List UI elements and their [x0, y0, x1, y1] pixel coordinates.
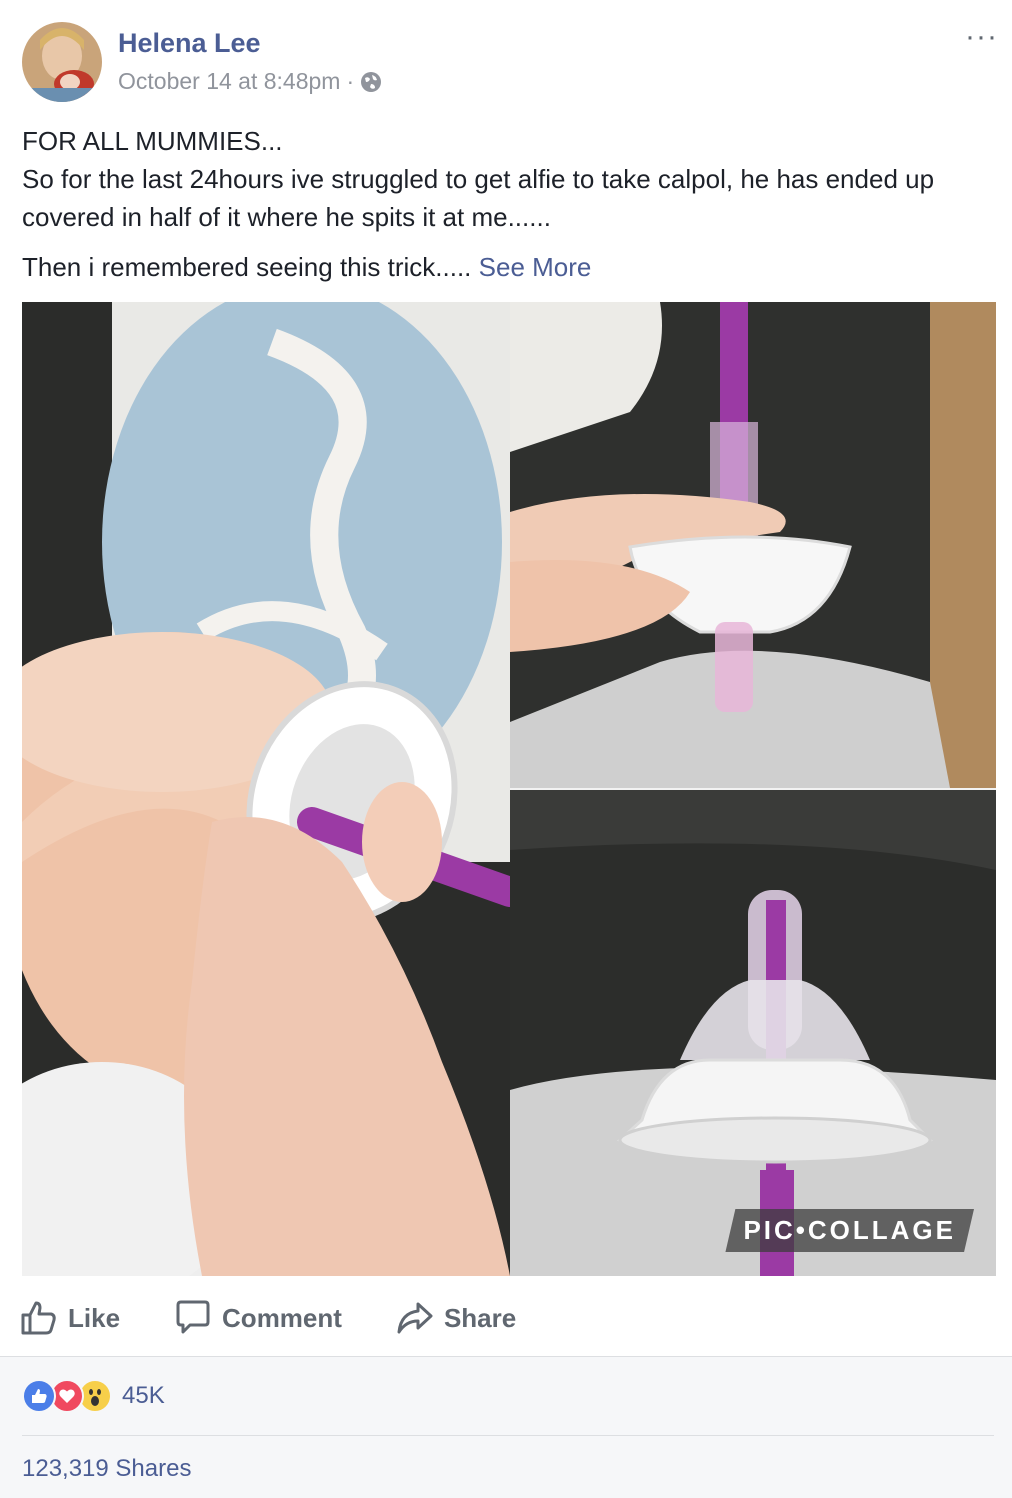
see-more-link[interactable]: See More — [479, 252, 592, 282]
like-icon — [21, 1301, 56, 1335]
like-label: Like — [68, 1302, 121, 1333]
more-options-icon[interactable]: ··· — [965, 20, 998, 54]
post-text-last: Then i remembered seeing this trick..... — [22, 252, 472, 282]
summary-divider — [22, 1435, 994, 1436]
post-meta: October 14 at 8:48pm · — [118, 68, 382, 95]
post-text: FOR ALL MUMMIES... So for the last 24hou… — [22, 122, 982, 286]
post-text-line: Then i remembered seeing this trick.....… — [22, 248, 982, 286]
share-icon — [397, 1302, 433, 1334]
reaction-count[interactable]: 45K — [122, 1382, 165, 1410]
post-timestamp[interactable]: October 14 at 8:48pm — [118, 68, 340, 95]
feeder-photo-bottom — [510, 790, 996, 1276]
reactions-summary[interactable]: 45K — [22, 1379, 165, 1413]
post-photo-collage[interactable]: PIC•COLLAGE — [22, 302, 996, 1276]
comment-button[interactable]: Comment — [174, 1299, 342, 1337]
globe-icon[interactable] — [360, 71, 382, 93]
collage-watermark: PIC•COLLAGE — [725, 1209, 974, 1252]
baby-photo — [22, 302, 525, 1276]
meta-separator: · — [346, 68, 355, 94]
share-button[interactable]: Share — [396, 1299, 516, 1337]
feeder-photo-top — [510, 302, 996, 788]
author-name[interactable]: Helena Lee — [118, 28, 261, 59]
post-actions: Like Comment Share — [20, 1290, 570, 1346]
comment-label: Comment — [222, 1302, 342, 1333]
post-header: Helena Lee October 14 at 8:48pm · ··· — [0, 0, 1012, 110]
comment-icon — [176, 1300, 210, 1334]
author-avatar[interactable] — [22, 22, 102, 102]
share-label: Share — [443, 1302, 517, 1333]
like-reaction-icon — [22, 1379, 56, 1413]
post-text-line: So for the last 24hours ive struggled to… — [22, 164, 935, 232]
share-count[interactable]: 123,319 Shares — [22, 1455, 191, 1483]
post-text-line: FOR ALL MUMMIES... — [22, 126, 283, 156]
like-button[interactable]: Like — [20, 1299, 120, 1337]
post-summary: 45K 123,319 Shares — [0, 1356, 1012, 1498]
